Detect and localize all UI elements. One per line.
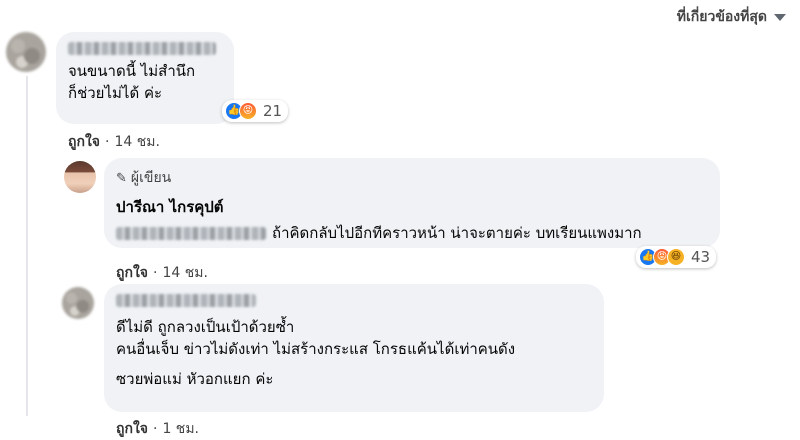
reaction-count: 43 bbox=[691, 248, 711, 266]
reaction-count: 21 bbox=[263, 102, 283, 120]
pencil-icon: ✎ bbox=[116, 170, 127, 186]
timestamp[interactable]: 1 ชม. bbox=[162, 421, 199, 437]
redacted-tag bbox=[116, 226, 266, 240]
author-badge: ✎ ผู้เขียน bbox=[116, 167, 708, 189]
haha-icon: 😆 bbox=[667, 248, 685, 266]
comment-meta: ถูกใจ · 14 ชม. bbox=[116, 265, 208, 281]
reaction-summary[interactable]: 👍 😡 😆 43 bbox=[636, 246, 717, 268]
comment-text: ซวยพ่อแม่ หัวอกแยก ค่ะ bbox=[116, 370, 274, 388]
caret-down-icon bbox=[774, 13, 786, 21]
comment-text: ก็ช่วยไม่ได้ ค่ะ bbox=[68, 84, 163, 102]
comment-bubble: ดีไม่ดี ถูกลวงเป็นเป้าด้วยซ้ำ คนอื่นเจ็บ… bbox=[104, 284, 604, 412]
timestamp[interactable]: 14 ชม. bbox=[114, 134, 159, 150]
sort-dropdown[interactable]: ที่เกี่ยวข้องที่สุด bbox=[677, 6, 786, 28]
angry-icon: 😡 bbox=[239, 102, 257, 120]
redacted-name bbox=[68, 42, 216, 55]
comment-meta: ถูกใจ · 1 ชม. bbox=[116, 421, 199, 437]
author-name[interactable]: ปารีณา ไกรคุปต์ bbox=[116, 195, 708, 219]
comment-text: จนขนาดนี้ ไม่สำนึก bbox=[68, 62, 196, 80]
timestamp[interactable]: 14 ชม. bbox=[162, 265, 207, 281]
sort-label: ที่เกี่ยวข้องที่สุด bbox=[676, 9, 767, 25]
comment-bubble: ✎ ผู้เขียน ปารีณา ไกรคุปต์ ถ้าคิดกลับไปอ… bbox=[104, 158, 720, 248]
reaction-summary[interactable]: 👍 😡 21 bbox=[222, 100, 289, 122]
author-badge-label: ผู้เขียน bbox=[130, 170, 172, 186]
avatar[interactable] bbox=[62, 287, 94, 319]
comment-text: ถ้าคิดกลับไปอีกทีคราวหน้า น่าจะตายค่ะ บท… bbox=[272, 224, 642, 242]
like-link[interactable]: ถูกใจ bbox=[116, 421, 148, 437]
redacted-name bbox=[116, 294, 256, 307]
like-link[interactable]: ถูกใจ bbox=[68, 134, 100, 150]
comment-text: ดีไม่ดี ถูกลวงเป็นเป้าด้วยซ้ำ bbox=[116, 318, 295, 336]
comment-meta: ถูกใจ · 14 ชม. bbox=[68, 134, 160, 150]
avatar[interactable] bbox=[6, 32, 46, 72]
thread-line bbox=[26, 76, 28, 416]
like-link[interactable]: ถูกใจ bbox=[116, 265, 148, 281]
author-avatar[interactable] bbox=[64, 161, 96, 193]
comment-bubble: จนขนาดนี้ ไม่สำนึก ก็ช่วยไม่ได้ ค่ะ bbox=[56, 32, 234, 124]
comment-text: คนอื่นเจ็บ ข่าวไม่ดังเท่า ไม่สร้างกระแส … bbox=[116, 340, 516, 358]
